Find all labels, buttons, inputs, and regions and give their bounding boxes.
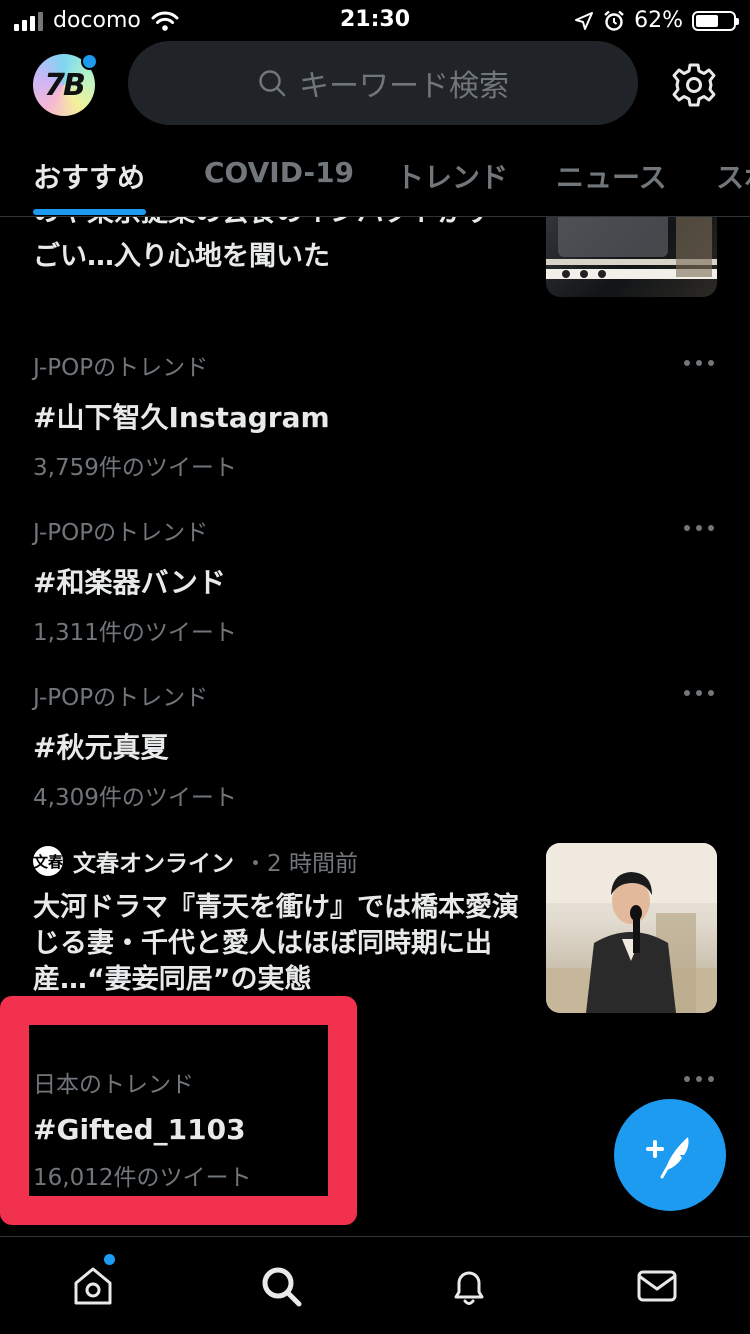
trend-item-highlighted[interactable]: 日本のトレンド #Gifted_1103 16,012件のツイート: [33, 1065, 713, 1192]
trend-name: #Gifted_1103: [33, 1113, 246, 1146]
search-icon[interactable]: [258, 1263, 304, 1309]
compose-tweet-icon: [646, 1137, 689, 1179]
active-tab-indicator: [33, 209, 146, 215]
mail-icon[interactable]: [634, 1263, 680, 1309]
news-thumbnail[interactable]: [546, 843, 717, 1013]
gear-icon[interactable]: [668, 59, 720, 111]
bell-icon[interactable]: [446, 1263, 492, 1309]
news-source-logo: 文春: [33, 846, 63, 876]
more-options-icon[interactable]: [684, 358, 714, 368]
tweet-count: 4,309件のツイート: [33, 785, 237, 811]
avatar-logo: 7B: [44, 67, 86, 103]
location-arrow-icon: [575, 11, 594, 30]
tab-covid-19[interactable]: COVID-19: [204, 156, 354, 189]
home-notification-dot: [104, 1254, 115, 1265]
trend-name: #山下智久Instagram: [33, 401, 330, 434]
status-bar: docomo 21:30 62%: [0, 0, 750, 40]
more-options-icon[interactable]: [684, 688, 714, 698]
home-icon[interactable]: [70, 1263, 116, 1309]
trend-context: J-POPのトレンド: [33, 685, 209, 711]
tab-recommended[interactable]: おすすめ: [33, 156, 145, 196]
trend-context: 日本のトレンド: [33, 1072, 194, 1098]
news-thumbnail-partial[interactable]: [546, 217, 717, 297]
search-placeholder: キーワード検索: [299, 69, 509, 104]
battery-icon: [692, 10, 739, 31]
news-headline: 大河ドラマ『青天を衝け』では橋本愛演じる妻・千代と愛人はほぼ同時期に出産…“妻妾…: [33, 892, 519, 995]
news-headline-partial[interactable]: のや東京提案の会食のインパクトがすごい…入り心地を聞いた: [33, 217, 513, 279]
tab-sports[interactable]: スポ: [716, 156, 750, 196]
trend-name: #秋元真夏: [33, 731, 169, 764]
trend-context: J-POPのトレンド: [33, 520, 209, 546]
tab-news[interactable]: ニュース: [556, 156, 667, 196]
news-timestamp: ・2 時間前: [244, 851, 358, 877]
search-input[interactable]: キーワード検索: [128, 41, 638, 125]
search-icon: [259, 70, 286, 97]
trend-name: #和楽器バンド: [33, 566, 226, 599]
notification-dot: [81, 53, 98, 70]
compose-tweet-button[interactable]: [614, 1099, 726, 1211]
news-source-name: 文春オンライン: [73, 851, 234, 877]
trend-item[interactable]: J-POPのトレンド #秋元真夏 4,309件のツイート: [33, 678, 713, 812]
battery-percent: 62%: [634, 8, 683, 33]
tweet-count: 16,012件のツイート: [33, 1165, 252, 1191]
tab-trends[interactable]: トレンド: [396, 156, 508, 196]
bottom-navigation: [0, 1236, 750, 1334]
tweet-count: 1,311件のツイート: [33, 620, 237, 646]
news-item[interactable]: 文春 文春オンライン ・2 時間前 大河ドラマ『青天を衝け』では橋本愛演じる妻・…: [33, 844, 523, 998]
tab-bar: おすすめ COVID-19 トレンド ニュース スポ: [0, 140, 750, 217]
tweet-count: 3,759件のツイート: [33, 455, 237, 481]
explore-screen: docomo 21:30 62% 7B キーワード検索 おすすめ COVID-1…: [0, 0, 750, 1334]
more-options-icon[interactable]: [684, 523, 714, 533]
trend-item[interactable]: J-POPのトレンド #和楽器バンド 1,311件のツイート: [33, 513, 713, 647]
alarm-icon: [604, 10, 624, 31]
trend-item[interactable]: J-POPのトレンド #山下智久Instagram 3,759件のツイート: [33, 348, 713, 482]
trend-context: J-POPのトレンド: [33, 355, 209, 381]
